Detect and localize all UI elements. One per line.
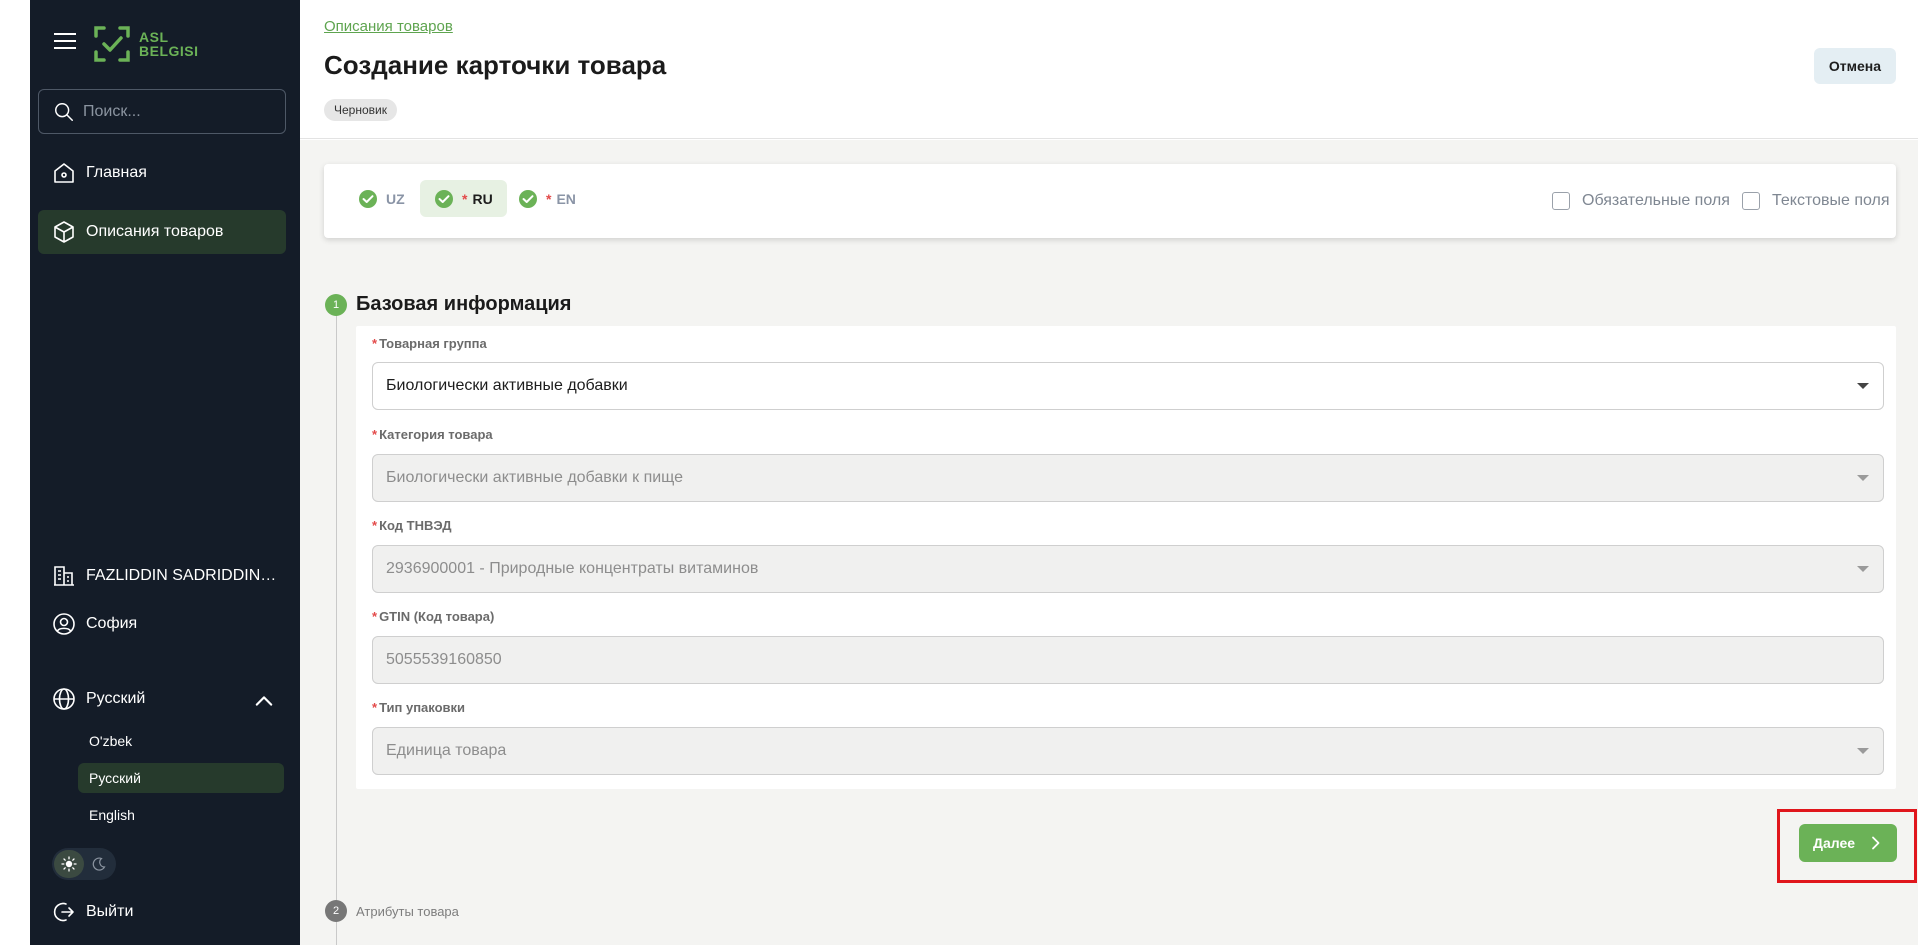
- left-gutter: [0, 0, 30, 945]
- text-fields-filter[interactable]: Текстовые поля: [1742, 192, 1890, 210]
- steps-timeline: [336, 298, 337, 945]
- product-group-label: * Товарная группа: [372, 336, 487, 351]
- category-label: * Категория товара: [372, 427, 493, 442]
- step-number-1: 1: [325, 294, 347, 316]
- filter-label: Обязательные поля: [1582, 192, 1730, 209]
- check-circle-icon: [435, 189, 453, 208]
- building-icon: [54, 566, 74, 586]
- globe-icon: [53, 688, 75, 710]
- tab-label: EN: [556, 190, 576, 207]
- sidebar: ASL BELGISI Главная Описания товаров FAZ…: [30, 0, 300, 945]
- product-group-value: Биологически активные добавки: [386, 377, 628, 394]
- gtin-value: 5055539160850: [386, 651, 502, 668]
- user-icon: [53, 613, 75, 635]
- language-option-uzbek[interactable]: O'zbek: [78, 726, 284, 756]
- logout-button[interactable]: Выйти: [38, 890, 286, 934]
- sidebar-item-label: FAZLIDDIN SADRIDDINOV...: [86, 567, 281, 584]
- sidebar-item-company[interactable]: FAZLIDDIN SADRIDDINOV...: [38, 554, 286, 598]
- step-title-basic-info: Базовая информация: [356, 293, 572, 315]
- content-area: UZ * RU * EN Обязательные поля Текстовые…: [300, 140, 1918, 945]
- filter-label: Текстовые поля: [1772, 192, 1890, 209]
- required-marker: *: [546, 190, 552, 207]
- caret-down-icon: [1857, 748, 1869, 754]
- box-icon: [54, 221, 74, 243]
- product-group-select[interactable]: Биологически активные добавки: [372, 362, 1884, 410]
- caret-down-icon: [1857, 383, 1869, 389]
- language-option-english[interactable]: English: [78, 800, 284, 830]
- package-type-select: Единица товара: [372, 727, 1884, 775]
- tab-label: UZ: [386, 190, 405, 207]
- sidebar-item-products[interactable]: Описания товаров: [38, 210, 286, 254]
- search-input[interactable]: [83, 102, 273, 121]
- page-header: Описания товаров Создание карточки товар…: [300, 0, 1918, 139]
- next-button-label: Далее: [1812, 835, 1856, 851]
- sidebar-item-label: Русский: [86, 690, 146, 707]
- package-type-value: Единица товара: [386, 742, 507, 759]
- home-icon: [54, 163, 74, 183]
- breadcrumb-products-link[interactable]: Описания товаров: [324, 18, 453, 35]
- caret-down-icon: [1857, 566, 1869, 572]
- required-fields-checkbox[interactable]: [1552, 192, 1570, 210]
- sun-icon: [61, 856, 77, 872]
- sidebar-item-label: София: [86, 615, 138, 632]
- sidebar-item-label: Выйти: [86, 903, 134, 920]
- search-icon: [55, 102, 73, 121]
- basic-info-form: * Товарная группа Биологически активные д…: [356, 326, 1896, 789]
- tnved-value: 2936900001 - Природные концентраты витам…: [386, 560, 759, 577]
- light-theme-button[interactable]: [54, 850, 84, 878]
- category-select: Биологически активные добавки к пище: [372, 454, 1884, 502]
- category-value: Биологически активные добавки к пище: [386, 469, 684, 486]
- dark-theme-button[interactable]: [84, 850, 114, 878]
- tab-uz[interactable]: UZ: [344, 180, 419, 217]
- gtin-label: * GTIN (Код товара): [372, 609, 495, 624]
- page-title: Создание карточки товара: [324, 50, 667, 80]
- status-badge: Черновик: [324, 99, 397, 121]
- package-type-label: * Тип упаковки: [372, 700, 466, 715]
- gtin-input: 5055539160850: [372, 636, 1884, 684]
- tnved-select: 2936900001 - Природные концентраты витам…: [372, 545, 1884, 593]
- logo[interactable]: ASL BELGISI: [92, 22, 212, 66]
- chevron-right-icon: [1872, 836, 1880, 850]
- sidebar-item-home[interactable]: Главная: [38, 151, 286, 195]
- check-circle-icon: [519, 189, 537, 208]
- text-fields-checkbox[interactable]: [1742, 192, 1760, 210]
- tnved-label: * Код ТНВЭД: [372, 518, 452, 533]
- sidebar-search[interactable]: [38, 89, 286, 134]
- logo-text: ASL BELGISI: [139, 29, 199, 59]
- check-circle-icon: [359, 189, 377, 208]
- required-marker: *: [462, 190, 468, 207]
- cancel-button[interactable]: Отмена: [1814, 48, 1896, 84]
- sidebar-item-label: Главная: [86, 164, 147, 181]
- caret-down-icon: [1857, 475, 1869, 481]
- tab-label: RU: [472, 190, 493, 207]
- required-fields-filter[interactable]: Обязательные поля: [1552, 192, 1730, 210]
- tab-en[interactable]: * EN: [504, 180, 590, 217]
- menu-icon[interactable]: [54, 33, 78, 51]
- next-button[interactable]: Далее: [1799, 824, 1897, 862]
- sidebar-item-label: Описания товаров: [86, 223, 224, 240]
- logo-mark-icon: [94, 26, 130, 62]
- sidebar-item-user[interactable]: София: [38, 602, 286, 646]
- logout-icon: [53, 902, 74, 922]
- language-tabs-card: UZ * RU * EN Обязательные поля Текстовые…: [324, 164, 1896, 238]
- step-title-attributes: Атрибуты товара: [356, 904, 459, 919]
- step-number-2: 2: [325, 900, 347, 922]
- chevron-up-icon[interactable]: [252, 689, 276, 713]
- language-option-russian[interactable]: Русский: [78, 763, 284, 793]
- main-area: Описания товаров Создание карточки товар…: [300, 0, 1918, 945]
- tab-ru[interactable]: * RU: [420, 180, 507, 217]
- theme-toggle: [52, 848, 116, 880]
- sidebar-item-language[interactable]: Русский: [38, 677, 286, 721]
- moon-icon: [92, 857, 106, 871]
